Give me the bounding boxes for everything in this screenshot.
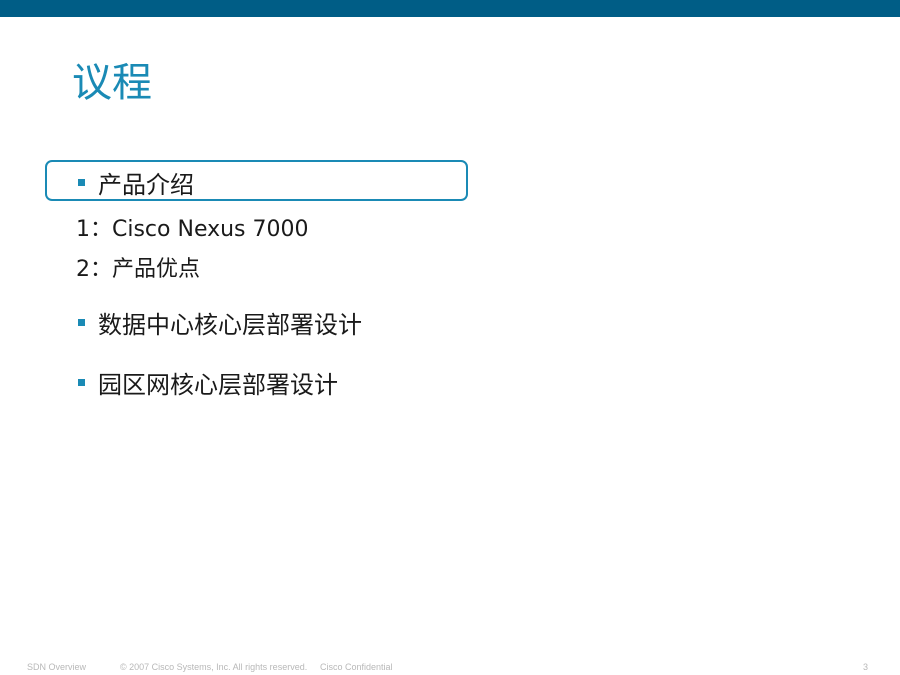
bullet-item-campus: 园区网核心层部署设计 xyxy=(78,367,338,399)
bullet-item-product-intro: 产品介绍 xyxy=(78,167,194,199)
square-bullet-icon xyxy=(78,318,85,326)
sub-item-nexus: 1：Cisco Nexus 7000 xyxy=(76,213,309,242)
square-bullet-icon xyxy=(78,178,85,186)
footer-confidential: Cisco Confidential xyxy=(320,662,393,672)
footer-copyright: © 2007 Cisco Systems, Inc. All rights re… xyxy=(120,662,308,672)
sub-item-text: 2：产品优点 xyxy=(76,257,200,282)
bullet-text: 数据中心核心层部署设计 xyxy=(98,310,362,339)
bullet-text: 园区网核心层部署设计 xyxy=(98,370,338,399)
bullet-text: 产品介绍 xyxy=(98,170,194,199)
footer-page-number: 3 xyxy=(863,662,869,672)
bullet-item-datacenter: 数据中心核心层部署设计 xyxy=(78,307,362,339)
square-bullet-icon xyxy=(78,378,85,386)
sub-item-advantages: 2：产品优点 xyxy=(76,253,200,282)
slide-title: 议程 xyxy=(72,60,152,106)
footer-presentation-name: SDN Overview xyxy=(27,662,87,672)
sub-item-text: 1：Cisco Nexus 7000 xyxy=(76,217,309,242)
header-bar xyxy=(0,0,900,17)
